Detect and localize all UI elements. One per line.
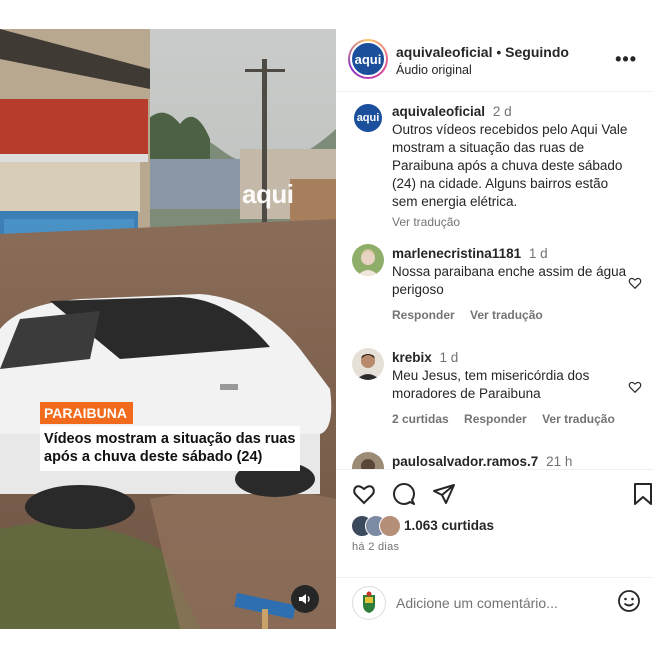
commenter-avatar[interactable] bbox=[352, 244, 384, 276]
caption-text: Outros vídeos recebidos pelo Aqui Vale m… bbox=[392, 122, 628, 209]
post-video[interactable]: aqui PARAIBUNA Vídeos mostram a situação… bbox=[0, 29, 336, 629]
likes-count[interactable]: 1.063 curtidas bbox=[404, 518, 494, 533]
comment-username[interactable]: paulosalvador.ramos.7 bbox=[392, 454, 538, 469]
video-watermark: aqui bbox=[242, 179, 294, 209]
commenter-avatar[interactable] bbox=[352, 348, 384, 380]
see-translation-link[interactable]: Ver tradução bbox=[392, 215, 460, 229]
speaker-icon bbox=[299, 594, 310, 604]
comment-time: 1 d bbox=[528, 246, 548, 261]
video-frame bbox=[0, 29, 336, 629]
audio-toggle-button[interactable] bbox=[291, 585, 319, 613]
more-options-icon[interactable]: ••• bbox=[615, 49, 637, 70]
instagram-post-modal: aqui PARAIBUNA Vídeos mostram a situação… bbox=[0, 29, 653, 629]
heart-icon[interactable] bbox=[628, 276, 642, 290]
author-avatar-ring[interactable]: aqui bbox=[348, 39, 388, 79]
share-icon[interactable] bbox=[432, 482, 456, 506]
comment-likes[interactable]: 2 curtidas bbox=[392, 412, 449, 426]
video-headline: Vídeos mostram a situação das ruas após … bbox=[40, 426, 300, 471]
heart-icon[interactable] bbox=[352, 482, 376, 506]
comments-list[interactable]: aqui aquivaleoficial 2 d Outros vídeos r… bbox=[336, 92, 653, 469]
comment-icon[interactable] bbox=[392, 482, 416, 506]
caption-time: 2 d bbox=[492, 104, 512, 119]
caption-username[interactable]: aquivaleoficial bbox=[392, 104, 485, 119]
caption-avatar[interactable]: aqui bbox=[352, 102, 384, 134]
comment-time: 1 d bbox=[439, 350, 459, 365]
post-header: aqui aquivaleoficial • Seguindo Áudio or… bbox=[336, 29, 653, 92]
comment-username[interactable]: krebix bbox=[392, 350, 432, 365]
reply-button[interactable]: Responder bbox=[464, 412, 527, 426]
location-tag: PARAIBUNA bbox=[40, 402, 133, 424]
comment-text: Nossa paraibana enche assim de água peri… bbox=[392, 264, 627, 297]
original-audio-link[interactable]: Áudio original bbox=[396, 63, 472, 77]
liker-avatars bbox=[351, 515, 403, 537]
see-translation-link[interactable]: Ver tradução bbox=[470, 308, 543, 322]
post-side-panel: aqui aquivaleoficial • Seguindo Áudio or… bbox=[336, 29, 653, 629]
avatar-photo bbox=[352, 348, 384, 380]
bookmark-icon[interactable] bbox=[632, 482, 653, 506]
post-date: há 2 dias bbox=[352, 541, 400, 553]
commenter-avatar[interactable] bbox=[352, 452, 384, 469]
following-button[interactable]: Seguindo bbox=[505, 44, 569, 60]
reply-button[interactable]: Responder bbox=[392, 308, 455, 322]
separator-dot: • bbox=[496, 44, 502, 60]
current-user-avatar bbox=[352, 586, 386, 620]
comment-time: 21 h bbox=[546, 454, 573, 469]
comment-input[interactable]: Adicione um comentário... bbox=[396, 595, 558, 611]
emoji-icon[interactable] bbox=[617, 589, 641, 613]
comment-username[interactable]: marlenecristina1181 bbox=[392, 246, 521, 261]
author-avatar: aqui bbox=[350, 41, 386, 77]
author-username[interactable]: aquivaleoficial bbox=[396, 44, 492, 60]
crest-icon bbox=[363, 591, 375, 613]
comment-text: Meu Jesus, tem misericórdia dos moradore… bbox=[392, 368, 590, 401]
see-translation-link[interactable]: Ver tradução bbox=[542, 412, 615, 426]
post-actions: 1.063 curtidas há 2 dias bbox=[336, 469, 653, 570]
avatar-photo bbox=[352, 452, 384, 469]
heart-icon[interactable] bbox=[628, 380, 642, 394]
header-title: aquivaleoficial • Seguindo bbox=[396, 44, 569, 60]
avatar-photo bbox=[352, 244, 384, 276]
add-comment-bar: Adicione um comentário... bbox=[336, 577, 653, 630]
